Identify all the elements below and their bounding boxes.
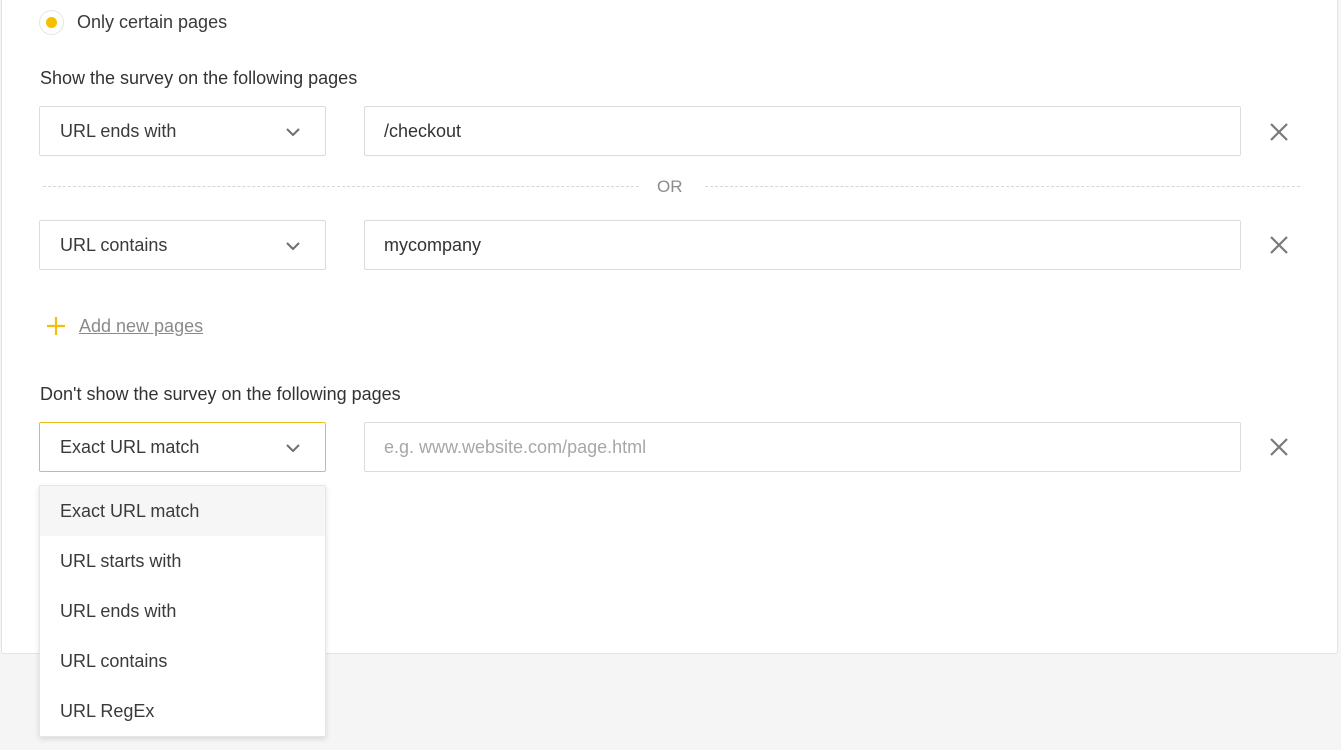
show-rule-1-match-select[interactable]: URL ends with bbox=[39, 106, 326, 156]
close-icon[interactable] bbox=[1268, 234, 1290, 256]
show-section-title: Show the survey on the following pages bbox=[40, 68, 358, 88]
radio-label: Only certain pages bbox=[77, 12, 228, 32]
select-value: URL contains bbox=[60, 234, 168, 255]
dropdown-option-exact-url-match[interactable]: Exact URL match bbox=[40, 486, 325, 536]
add-new-pages-label: Add new pages bbox=[79, 315, 204, 336]
add-new-pages-link[interactable]: Add new pages bbox=[45, 315, 203, 337]
show-rule-1-url-input[interactable] bbox=[364, 106, 1241, 156]
or-label: OR bbox=[657, 177, 683, 196]
only-certain-pages-option[interactable]: Only certain pages bbox=[39, 10, 227, 35]
match-type-dropdown-menu: Exact URL match URL starts with URL ends… bbox=[39, 485, 326, 737]
radio-selected-icon[interactable] bbox=[39, 10, 64, 35]
chevron-down-icon bbox=[286, 128, 300, 137]
show-rule-2-url-input[interactable] bbox=[364, 220, 1241, 270]
dropdown-option-url-regex[interactable]: URL RegEx bbox=[40, 686, 325, 736]
close-icon[interactable] bbox=[1268, 436, 1290, 458]
hide-rule-url-input[interactable] bbox=[364, 422, 1241, 472]
dropdown-option-url-starts-with[interactable]: URL starts with bbox=[40, 536, 325, 586]
select-value: Exact URL match bbox=[60, 436, 200, 457]
chevron-down-icon bbox=[286, 444, 300, 453]
hide-rule-match-select[interactable]: Exact URL match bbox=[39, 422, 326, 472]
show-rule-2-match-select[interactable]: URL contains bbox=[39, 220, 326, 270]
dropdown-option-url-contains[interactable]: URL contains bbox=[40, 636, 325, 686]
select-value: URL ends with bbox=[60, 120, 177, 141]
plus-icon bbox=[47, 317, 65, 335]
or-separator: OR bbox=[43, 176, 1300, 198]
dropdown-option-url-ends-with[interactable]: URL ends with bbox=[40, 586, 325, 636]
close-icon[interactable] bbox=[1268, 121, 1290, 143]
hide-section-title: Don't show the survey on the following p… bbox=[40, 384, 401, 404]
chevron-down-icon bbox=[286, 242, 300, 251]
